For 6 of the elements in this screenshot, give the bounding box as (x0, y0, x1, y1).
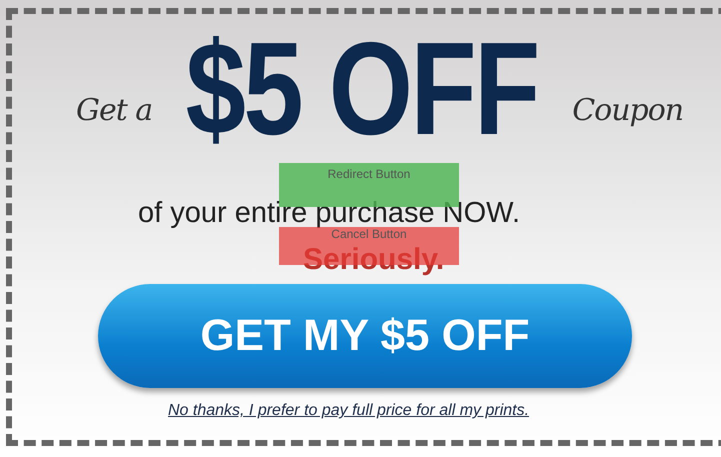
get-coupon-button[interactable]: GET MY $5 OFF (98, 284, 632, 388)
coupon-prefix: Get a (76, 92, 152, 128)
coupon-amount: $5 OFF (186, 14, 538, 164)
button-overlay[interactable]: Redirect Button (279, 163, 459, 207)
coupon-suffix: Coupon (572, 92, 684, 128)
decline-link[interactable]: No thanks, I prefer to pay full price for all my prints. (168, 402, 530, 420)
